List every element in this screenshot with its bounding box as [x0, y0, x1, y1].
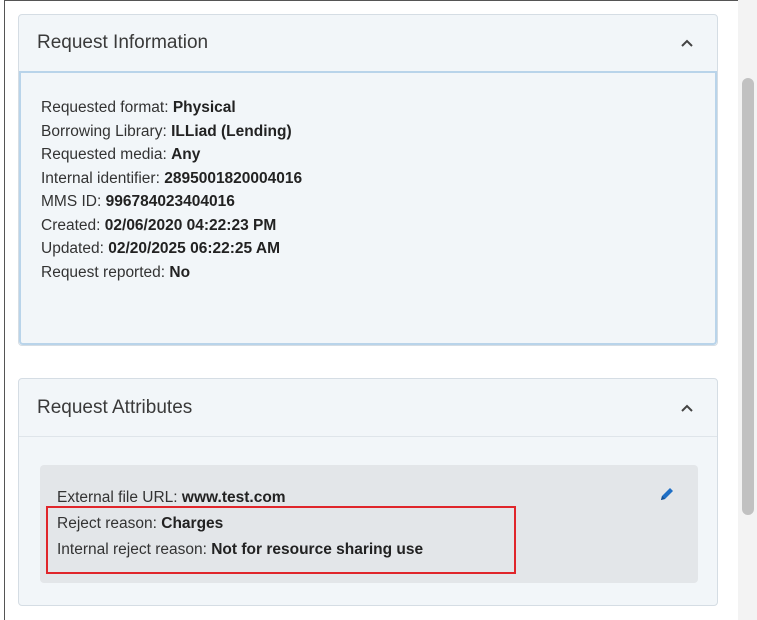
field-created: Created: 02/06/2020 04:22:23 PM — [41, 214, 715, 238]
request-attributes-card: Request Attributes External file URL: ww… — [18, 378, 718, 606]
field-label: Request reported: — [41, 263, 170, 281]
field-updated: Updated: 02/20/2025 06:22:25 AM — [41, 237, 715, 261]
field-label: Borrowing Library: — [41, 122, 172, 140]
request-attributes-box: External file URL: www.test.com Reject r… — [40, 465, 698, 583]
field-value: ILLiad (Lending) — [171, 122, 292, 140]
request-attributes-header[interactable]: Request Attributes — [19, 379, 717, 437]
field-label: Updated: — [41, 240, 109, 257]
request-information-card: Request Information Requested format: Ph… — [18, 14, 718, 346]
field-request-reported: Request reported: No — [41, 261, 715, 285]
field-value: Physical — [172, 99, 236, 116]
field-label: Requested format: — [41, 99, 173, 116]
field-label: MMS ID: — [41, 193, 106, 210]
chevron-up-icon[interactable] — [679, 400, 695, 416]
field-value: Any — [171, 146, 201, 163]
request-information-body: Requested format: Physical Borrowing Lib… — [19, 73, 717, 345]
field-label: Requested media: — [41, 146, 172, 163]
field-internal-identifier: Internal identifier: 2895001820004016 — [41, 167, 715, 191]
field-label: Internal identifier: — [41, 169, 165, 187]
field-value: 02/06/2020 04:22:23 PM — [104, 216, 277, 234]
field-value: No — [169, 263, 191, 281]
field-value: www.test.com — [181, 489, 286, 506]
field-mms-id: MMS ID: 996784023404016 — [41, 190, 715, 214]
annotation-highlight-box — [46, 506, 516, 574]
field-value: 02/20/2025 06:22:25 AM — [108, 240, 280, 257]
request-attributes-title: Request Attributes — [37, 396, 193, 418]
field-value: 2895001820004016 — [164, 169, 303, 187]
pencil-icon[interactable] — [658, 485, 676, 503]
request-information-header[interactable]: Request Information — [19, 15, 717, 73]
field-value: 996784023404016 — [105, 193, 235, 210]
scrollbar-thumb[interactable] — [742, 78, 754, 515]
field-label: Created: — [41, 216, 105, 234]
field-label: External file URL: — [57, 489, 182, 506]
request-information-title: Request Information — [37, 32, 209, 53]
field-requested-media: Requested media: Any — [41, 143, 715, 167]
chevron-up-icon[interactable] — [679, 35, 695, 51]
field-borrowing-library: Borrowing Library: ILLiad (Lending) — [41, 120, 715, 144]
field-requested-format: Requested format: Physical — [41, 96, 715, 120]
